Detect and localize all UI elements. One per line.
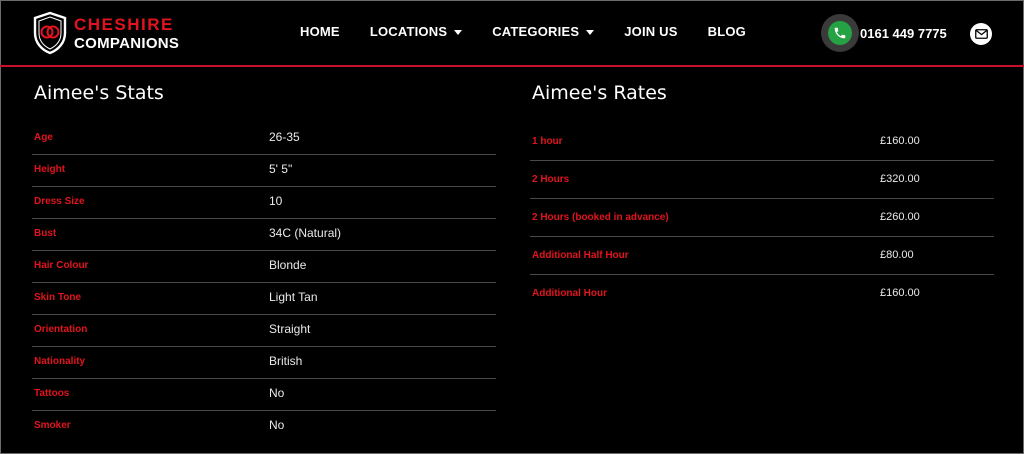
caret-down-icon bbox=[586, 29, 595, 35]
nav-item-label: JOIN US bbox=[624, 24, 678, 39]
nav-item-blog[interactable]: BLOG bbox=[708, 24, 746, 39]
nav-item-label: CATEGORIES bbox=[492, 24, 580, 39]
site-header: CHESHIRE COMPANIONS HOME LOCATIONS CATEG… bbox=[0, 0, 1024, 67]
stats-table: Age 26-35 Height 5' 5" Dress Size 10 Bus… bbox=[32, 123, 496, 443]
brand-logo[interactable]: CHESHIRE COMPANIONS bbox=[32, 10, 202, 56]
rate-label: 2 Hours (booked in advance) bbox=[532, 212, 669, 223]
stat-value: 5' 5" bbox=[269, 162, 293, 176]
stat-value: 10 bbox=[269, 194, 283, 208]
stat-label: Hair Colour bbox=[34, 260, 89, 271]
stats-row-hair-colour: Hair Colour Blonde bbox=[32, 251, 496, 283]
stat-value: 34C (Natural) bbox=[269, 226, 342, 240]
stats-row-height: Height 5' 5" bbox=[32, 155, 496, 187]
stat-value: Straight bbox=[269, 322, 311, 336]
rate-label: Additional Hour bbox=[532, 288, 607, 299]
nav-item-home[interactable]: HOME bbox=[300, 24, 340, 39]
shield-logo-icon bbox=[33, 11, 67, 55]
rate-value: £80.00 bbox=[880, 249, 914, 261]
stats-row-orientation: Orientation Straight bbox=[32, 315, 496, 347]
stats-title: Aimee's Stats bbox=[34, 82, 164, 104]
phone-number[interactable]: 0161 449 7775 bbox=[860, 26, 947, 41]
stats-row-bust: Bust 34C (Natural) bbox=[32, 219, 496, 251]
rate-value: £160.00 bbox=[880, 135, 920, 147]
rates-row: Additional Hour £160.00 bbox=[530, 275, 994, 313]
caret-down-icon bbox=[454, 29, 463, 35]
rate-label: Additional Half Hour bbox=[532, 250, 629, 261]
brand-name-line2: COMPANIONS bbox=[74, 34, 180, 52]
rates-row: 2 Hours (booked in advance) £260.00 bbox=[530, 199, 994, 237]
stat-label: Height bbox=[34, 164, 66, 175]
stats-row-nationality: Nationality British bbox=[32, 347, 496, 379]
nav-item-join-us[interactable]: JOIN US bbox=[624, 24, 677, 39]
stat-value: 26-35 bbox=[269, 130, 300, 144]
stat-label: Tattoos bbox=[34, 388, 70, 399]
rate-value: £260.00 bbox=[880, 211, 920, 223]
stat-label: Dress Size bbox=[34, 196, 85, 207]
stat-label: Age bbox=[34, 132, 53, 143]
rates-title: Aimee's Rates bbox=[532, 82, 667, 104]
rate-label: 1 hour bbox=[532, 136, 563, 147]
stat-value: Light Tan bbox=[269, 290, 318, 304]
phone-contact[interactable]: 0161 449 7775 bbox=[821, 14, 947, 52]
stat-label: Nationality bbox=[34, 356, 86, 367]
rates-row: 1 hour £160.00 bbox=[530, 123, 994, 161]
stat-label: Orientation bbox=[34, 324, 88, 335]
stat-value: Blonde bbox=[269, 258, 307, 272]
stats-row-tattoos: Tattoos No bbox=[32, 379, 496, 411]
nav-item-label: HOME bbox=[300, 24, 340, 39]
stats-row-dress-size: Dress Size 10 bbox=[32, 187, 496, 219]
mail-button[interactable] bbox=[970, 23, 992, 45]
phone-icon bbox=[834, 27, 846, 39]
brand-name-line1: CHESHIRE bbox=[74, 14, 174, 34]
nav-item-label: BLOG bbox=[707, 24, 746, 39]
stats-row-smoker: Smoker No bbox=[32, 411, 496, 443]
main-nav: HOME LOCATIONS CATEGORIES JOIN US BLOG bbox=[300, 24, 776, 39]
phone-button[interactable] bbox=[821, 14, 859, 52]
nav-item-label: LOCATIONS bbox=[369, 24, 448, 39]
rate-label: 2 Hours bbox=[532, 174, 570, 185]
nav-item-categories[interactable]: CATEGORIES bbox=[492, 24, 595, 39]
mail-icon bbox=[974, 29, 988, 39]
stat-label: Smoker bbox=[34, 420, 71, 431]
rates-row: Additional Half Hour £80.00 bbox=[530, 237, 994, 275]
stat-label: Bust bbox=[34, 228, 57, 239]
stat-value: British bbox=[269, 354, 303, 368]
rates-row: 2 Hours £320.00 bbox=[530, 161, 994, 199]
stat-label: Skin Tone bbox=[34, 292, 82, 303]
nav-item-locations[interactable]: LOCATIONS bbox=[369, 24, 463, 39]
stat-value: No bbox=[269, 418, 285, 432]
rate-value: £320.00 bbox=[880, 173, 920, 185]
stat-value: No bbox=[269, 386, 285, 400]
rate-value: £160.00 bbox=[880, 287, 920, 299]
stats-row-age: Age 26-35 bbox=[32, 123, 496, 155]
rates-table: 1 hour £160.00 2 Hours £320.00 2 Hours (… bbox=[530, 123, 994, 313]
stats-row-skin-tone: Skin Tone Light Tan bbox=[32, 283, 496, 315]
